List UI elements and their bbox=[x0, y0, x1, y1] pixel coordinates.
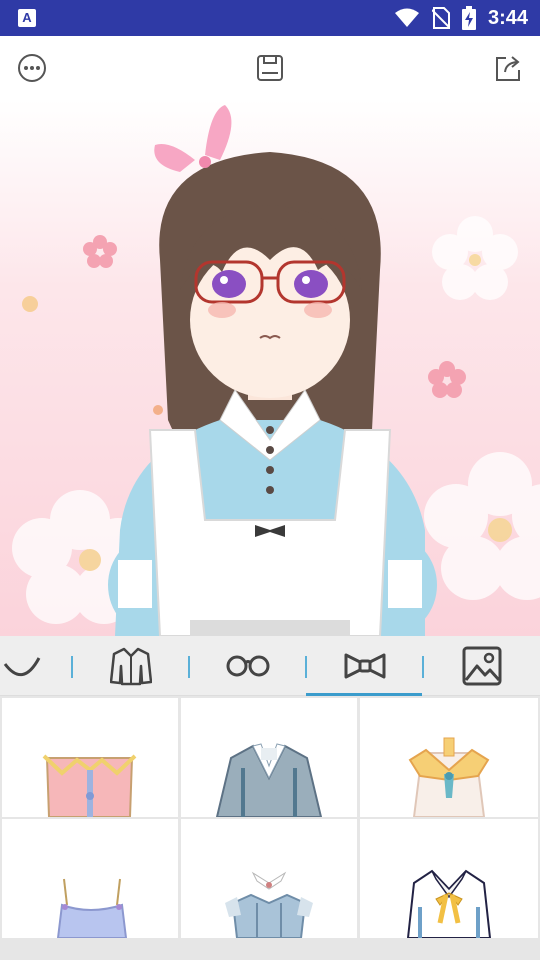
item-white-blouse-orange-trim[interactable] bbox=[360, 698, 538, 817]
no-sim-icon bbox=[431, 7, 450, 29]
wifi-icon bbox=[394, 8, 419, 27]
more-options-button[interactable] bbox=[14, 50, 50, 86]
tab-background[interactable] bbox=[424, 636, 540, 696]
status-icons: 3:44 bbox=[394, 6, 528, 30]
striped-corset-top-thumbnail bbox=[225, 871, 313, 938]
tab-outfit[interactable] bbox=[73, 636, 188, 696]
clock: 3:44 bbox=[487, 6, 528, 29]
tab-accessory[interactable] bbox=[307, 636, 422, 696]
character-preview bbox=[0, 100, 540, 636]
save-button[interactable] bbox=[252, 50, 288, 86]
blue-hanfu-robe-thumbnail bbox=[215, 743, 323, 817]
battery-charging-icon bbox=[461, 6, 476, 30]
item-pink-frilled-top[interactable] bbox=[2, 698, 178, 817]
lavender-camisole-thumbnail bbox=[56, 878, 128, 938]
item-white-shirt-yellow-bow[interactable] bbox=[360, 819, 538, 938]
top-toolbar bbox=[0, 36, 540, 100]
pink-frilled-top-thumbnail bbox=[42, 754, 137, 817]
share-icon bbox=[496, 56, 520, 81]
glasses-icon bbox=[226, 655, 269, 677]
smile-icon bbox=[3, 657, 41, 676]
character-illustration bbox=[12, 105, 540, 636]
white-shirt-yellow-bow-thumbnail bbox=[406, 869, 492, 938]
category-tab-bar bbox=[0, 636, 540, 696]
bow-tie-icon bbox=[344, 653, 385, 679]
item-grid bbox=[0, 696, 540, 960]
status-bar: A 3:44 bbox=[0, 0, 540, 36]
item-lavender-camisole[interactable] bbox=[2, 819, 178, 938]
share-button[interactable] bbox=[490, 50, 526, 86]
jacket-icon bbox=[109, 647, 152, 686]
app-notification-icon: A bbox=[18, 9, 36, 27]
tab-face[interactable] bbox=[0, 636, 72, 696]
item-striped-corset-top[interactable] bbox=[181, 819, 357, 938]
more-options-icon bbox=[18, 54, 46, 82]
save-icon bbox=[257, 55, 283, 81]
tab-glasses[interactable] bbox=[190, 636, 305, 696]
white-blouse-orange-trim-thumbnail bbox=[408, 737, 490, 817]
item-blue-hanfu-robe[interactable] bbox=[181, 698, 357, 817]
image-icon bbox=[462, 646, 502, 686]
